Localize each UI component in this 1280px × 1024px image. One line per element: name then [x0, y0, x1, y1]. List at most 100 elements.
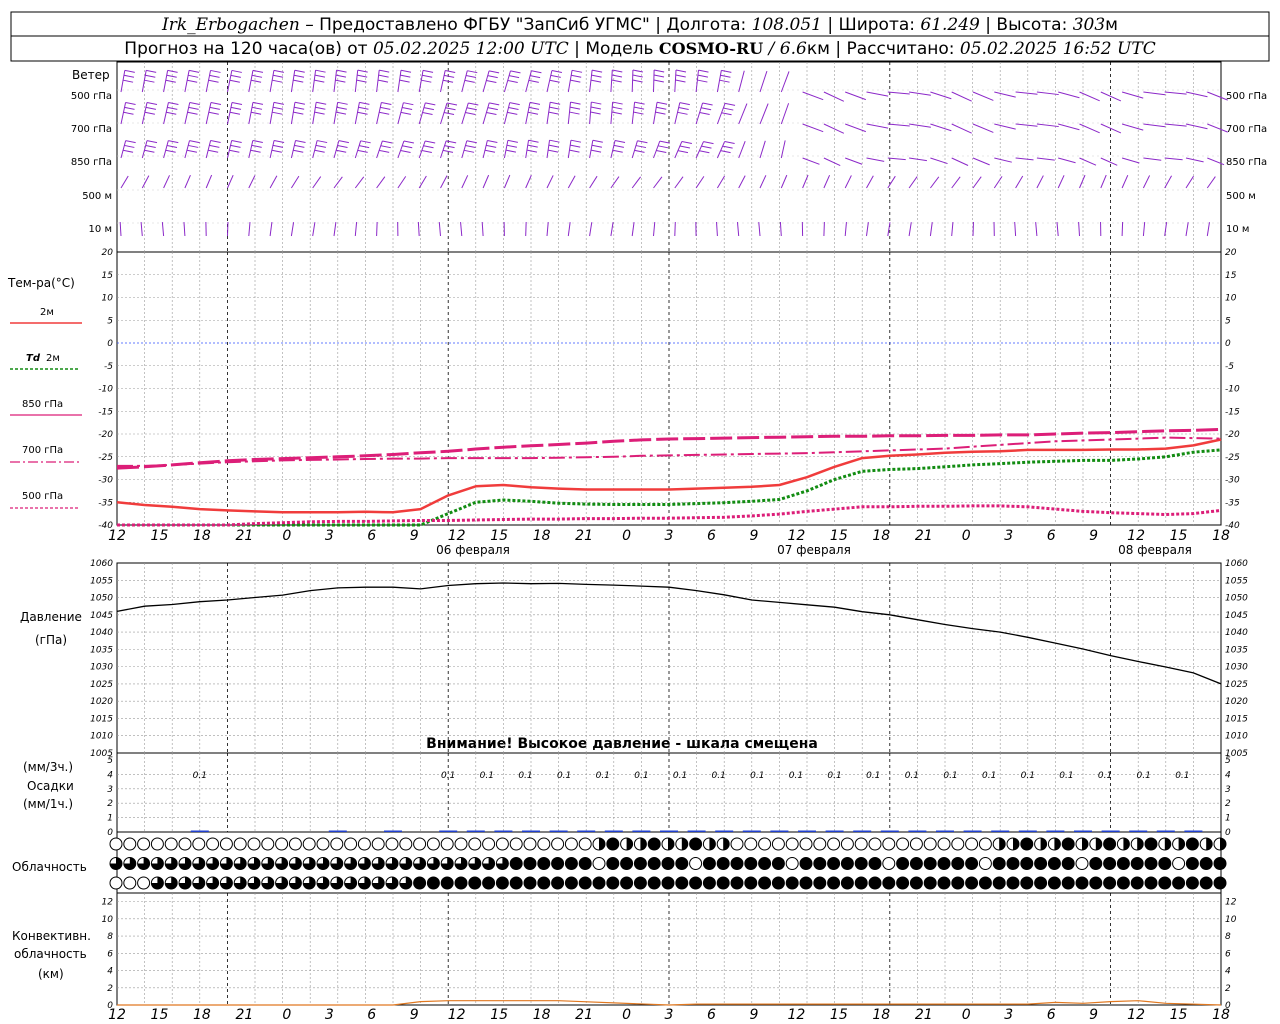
x-hour-label-bottom: 21 — [235, 1007, 253, 1023]
wind-barb — [674, 70, 677, 93]
wind-barb-feather — [229, 79, 240, 83]
wind-barb-feather — [294, 144, 305, 148]
wind-barb — [141, 175, 150, 189]
wind-barb-feather — [678, 106, 689, 110]
x-hour-label-top: 0 — [962, 528, 971, 544]
precip-bar — [632, 830, 651, 832]
wind-barb-feather — [337, 101, 348, 105]
cloud-symbol — [689, 876, 703, 890]
wind-barb — [269, 222, 273, 237]
cloud-symbol — [399, 837, 413, 851]
wind-barb — [887, 175, 896, 189]
wind-barb — [844, 175, 852, 189]
cloud-symbol — [758, 857, 772, 870]
wind-barb-feather — [377, 79, 389, 83]
wind-barb — [929, 176, 940, 189]
cloud-symbol — [716, 876, 730, 890]
wind-barb — [1143, 123, 1166, 128]
wind-barb-feather — [144, 149, 155, 153]
wind-barb-feather — [400, 111, 411, 115]
wind-barb-feather — [145, 106, 157, 110]
temp-tick-right: 15 — [1225, 271, 1237, 281]
conv-tick-right: 6 — [1225, 949, 1231, 959]
wind-barb — [610, 140, 616, 159]
wind-barb-feather — [527, 144, 538, 148]
wind-barb — [1121, 157, 1140, 164]
cloud-symbol — [951, 857, 965, 870]
wind-barb — [1185, 123, 1208, 130]
wind-barb — [1142, 175, 1151, 189]
wind-barb — [184, 70, 190, 93]
wind-barb-feather — [379, 69, 390, 73]
wind-barb — [163, 70, 169, 93]
precip-bar — [798, 830, 816, 832]
wind-barb-feather — [314, 111, 325, 115]
wind-barb — [780, 140, 786, 159]
conv-tick-right: 12 — [1225, 898, 1237, 908]
x-hour-label-top: 21 — [575, 528, 593, 544]
cloud-symbol — [799, 837, 813, 851]
wind-barb — [674, 221, 676, 237]
wind-barb — [269, 140, 275, 159]
precip-bar — [853, 830, 872, 832]
cloud-symbol — [965, 837, 979, 851]
temp-tick-left: 5 — [107, 316, 113, 326]
cloud-symbol — [1185, 857, 1199, 870]
precip-bar — [1074, 830, 1092, 832]
wind-barb-feather — [294, 69, 305, 73]
wind-barb-feather — [509, 102, 520, 106]
cloud-symbol — [840, 876, 854, 890]
wind-barb — [290, 140, 297, 159]
x-hour-label-top: 12 — [1127, 528, 1145, 544]
wind-barb-feather — [703, 141, 714, 145]
wind-barb-feather — [633, 111, 644, 115]
wind-barb — [908, 176, 918, 189]
precip-bar — [494, 830, 513, 832]
cloud-symbol — [1089, 857, 1103, 870]
wind-barb-feather — [189, 140, 200, 144]
cloud-symbol — [785, 876, 799, 890]
wind-barb-feather — [724, 102, 736, 106]
wind-barb — [1057, 175, 1065, 189]
wind-barb-feather — [293, 111, 304, 115]
wind-barb — [248, 102, 254, 125]
precip-tick-left: 4 — [107, 770, 113, 780]
wind-barb-feather — [272, 144, 284, 148]
wind-barb-feather — [123, 111, 134, 115]
pressure-tick-left: 1015 — [90, 714, 113, 724]
precip-bar — [1101, 830, 1120, 832]
wind-barb-feather — [231, 101, 243, 105]
pressure-tick-right: 1040 — [1225, 628, 1248, 638]
wind-barb — [354, 102, 360, 125]
wind-barb — [802, 91, 824, 101]
wind-level-10m: 10 м — [89, 224, 112, 235]
pressure-tick-right: 1030 — [1225, 663, 1248, 673]
wind-barb — [631, 102, 636, 125]
wind-barb-feather — [294, 101, 306, 105]
cloud-symbol — [1213, 876, 1227, 890]
cloud-symbol — [923, 837, 937, 851]
wind-barb — [1143, 157, 1162, 161]
cloud-symbol — [965, 876, 979, 890]
cloud-symbol — [785, 857, 799, 870]
wind-barb-feather — [146, 102, 158, 105]
cloud-symbol — [468, 837, 482, 851]
wind-barb-feather — [613, 144, 624, 148]
pressure-tick-right: 1045 — [1225, 611, 1248, 621]
x-hour-label-bottom: 6 — [367, 1007, 376, 1023]
wind-barb-feather — [314, 79, 325, 83]
wind-barb — [759, 175, 767, 189]
cloud-symbol — [951, 837, 965, 851]
conv-tick-left: 10 — [102, 915, 114, 925]
cloud-symbol-fill — [1137, 838, 1144, 850]
wind-barb-feather — [679, 102, 690, 106]
wind-barb-feather — [508, 107, 519, 110]
wind-barb-feather — [123, 74, 135, 78]
wind-barb-feather — [230, 74, 241, 78]
cloud-symbol — [978, 837, 992, 851]
wind-barb-feather — [421, 149, 432, 153]
wind-barb — [1015, 157, 1034, 161]
wind-barb-feather — [317, 140, 328, 144]
cloud-symbol — [702, 876, 716, 890]
cloud-symbol-fill — [1095, 838, 1102, 850]
